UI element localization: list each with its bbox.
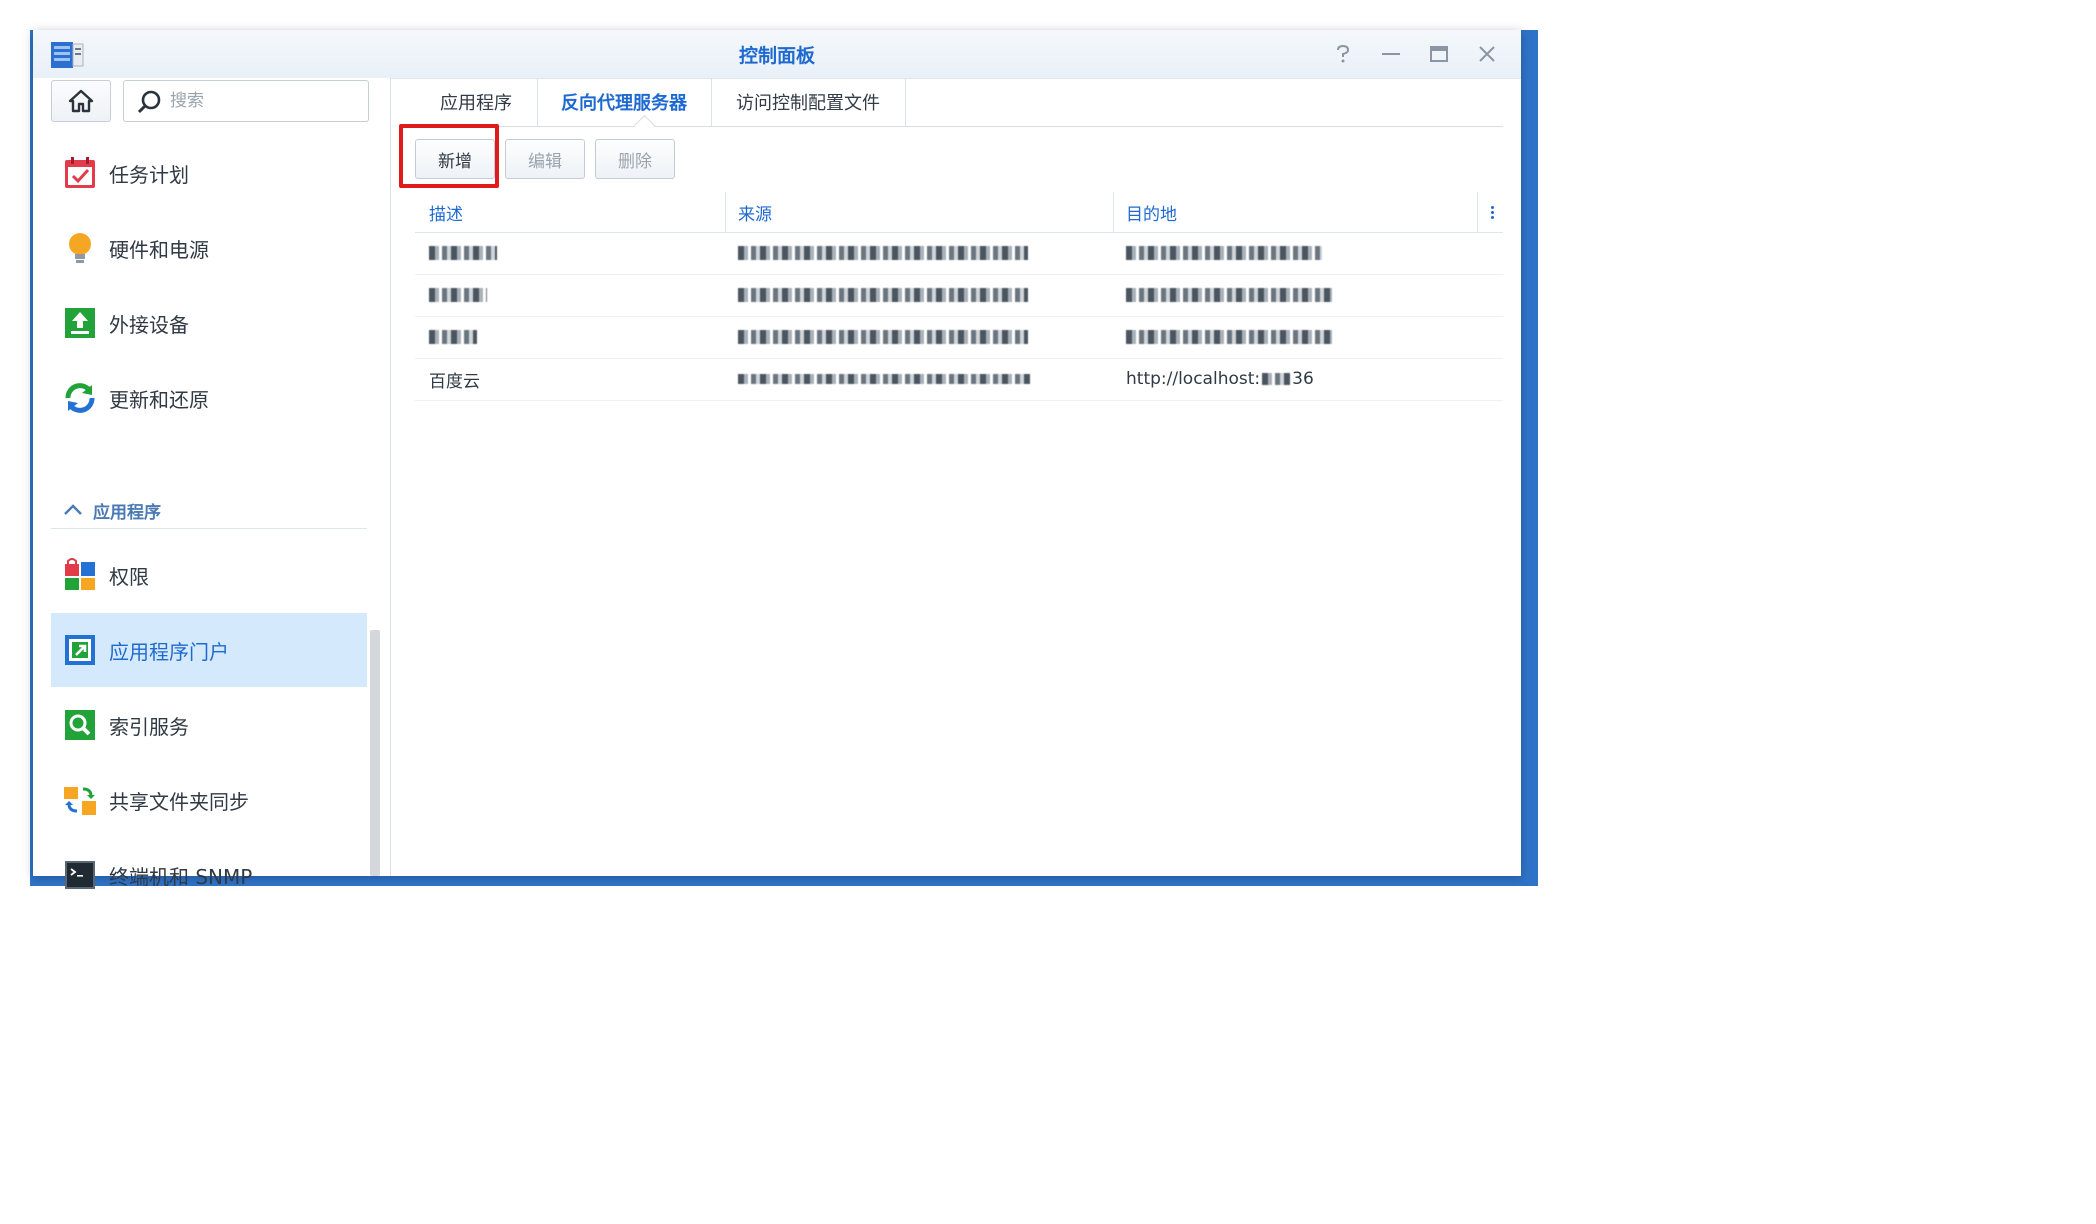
- column-header-description[interactable]: 描述: [429, 192, 463, 232]
- sidebar-scrollbar[interactable]: [370, 630, 380, 876]
- destination-url-prefix: http://localhost:: [1126, 369, 1261, 389]
- lightbulb-icon: [63, 231, 97, 265]
- redacted-text: [738, 246, 1028, 260]
- sidebar-item-update-restore[interactable]: 更新和还原: [51, 361, 367, 435]
- redacted-text: [1126, 246, 1322, 260]
- sidebar-item-external-devices[interactable]: 外接设备: [51, 286, 367, 360]
- redacted-text: [1126, 288, 1332, 302]
- create-button-highlight: [399, 124, 499, 188]
- cell-description: 百度云: [429, 371, 480, 392]
- sidebar-item-terminal-snmp[interactable]: 终端机和 SNMP: [51, 838, 367, 912]
- sidebar-item-application-portal[interactable]: 应用程序门户: [51, 613, 367, 687]
- search-icon: [137, 90, 161, 114]
- sidebar-item-shared-folder-sync[interactable]: 共享文件夹同步: [51, 763, 367, 837]
- home-button[interactable]: [51, 80, 111, 122]
- indexing-icon: [63, 708, 97, 742]
- sidebar-item-label: 权限: [109, 564, 149, 589]
- cell-destination: [1126, 274, 1332, 316]
- close-icon[interactable]: [1473, 40, 1501, 68]
- sidebar-item-privileges[interactable]: 权限: [51, 538, 367, 612]
- sidebar-item-label: 索引服务: [109, 714, 189, 739]
- main-panel: 应用程序 反向代理服务器 访问控制配置文件 新增 编辑 删除 描述 来源 目的地: [391, 78, 1521, 876]
- sidebar-item-label: 任务计划: [109, 162, 189, 187]
- redacted-text: [429, 330, 477, 344]
- cell-destination: [1126, 316, 1332, 358]
- table-row[interactable]: [415, 274, 1503, 317]
- table-row[interactable]: 百度云 http://localhost: 36: [415, 358, 1503, 401]
- terminal-icon: [63, 858, 97, 892]
- redacted-text: [738, 288, 1028, 302]
- sidebar-item-label: 共享文件夹同步: [109, 789, 249, 814]
- search-input[interactable]: [168, 89, 362, 113]
- sidebar-item-label: 外接设备: [109, 312, 189, 337]
- column-divider: [1113, 192, 1114, 232]
- sidebar-item-label: 应用程序门户: [109, 639, 229, 664]
- update-restore-icon: [63, 381, 97, 415]
- maximize-icon[interactable]: [1425, 40, 1453, 68]
- column-header-source[interactable]: 来源: [738, 192, 772, 232]
- destination-url-suffix: 36: [1292, 369, 1314, 389]
- delete-button[interactable]: 删除: [595, 139, 675, 179]
- cell-source: [738, 274, 1028, 316]
- grid-header: 描述 来源 目的地: [415, 192, 1503, 233]
- redacted-text: [1126, 330, 1332, 344]
- external-device-icon: [63, 306, 97, 340]
- cell-source: [738, 316, 1028, 358]
- tab-reverse-proxy[interactable]: 反向代理服务器: [537, 78, 712, 126]
- edit-button[interactable]: 编辑: [505, 139, 585, 179]
- cell-destination: [1126, 232, 1322, 274]
- home-icon: [68, 89, 94, 113]
- help-icon[interactable]: [1329, 40, 1357, 68]
- app-portal-icon: [63, 633, 97, 667]
- folder-sync-icon: [63, 783, 97, 817]
- redacted-text: [738, 330, 1028, 344]
- search-box[interactable]: [123, 80, 369, 122]
- title-bar: 控制面板: [33, 30, 1521, 79]
- column-divider: [1477, 192, 1478, 232]
- redacted-text: [1262, 373, 1291, 385]
- tab-bar: 应用程序 反向代理服务器 访问控制配置文件: [415, 78, 1503, 137]
- minimize-icon[interactable]: [1377, 40, 1405, 68]
- sidebar-item-task-scheduler[interactable]: 任务计划: [51, 136, 367, 210]
- chevron-up-icon: [64, 504, 82, 515]
- redacted-text: [429, 288, 487, 302]
- tab-access-control-profile[interactable]: 访问控制配置文件: [711, 78, 906, 126]
- control-panel-window: 控制面板 任务计: [33, 30, 1521, 889]
- window-title: 控制面板: [738, 45, 815, 67]
- tab-applications[interactable]: 应用程序: [415, 78, 538, 126]
- section-label: 应用程序: [93, 502, 161, 523]
- sidebar-item-indexing-service[interactable]: 索引服务: [51, 688, 367, 762]
- sidebar-item-label: 更新和还原: [109, 387, 209, 412]
- cell-source: [738, 232, 1028, 274]
- sidebar-item-label: 终端机和 SNMP: [109, 864, 253, 889]
- cell-description: [429, 316, 477, 358]
- table-row[interactable]: [415, 232, 1503, 275]
- redacted-text: [738, 374, 1030, 384]
- redacted-text: [429, 246, 497, 260]
- sidebar: 任务计划 硬件和电源 外接设备 更新和还原 应用程序: [33, 78, 391, 889]
- sidebar-item-label: 硬件和电源: [109, 237, 209, 262]
- cell-source: [738, 358, 1030, 400]
- cell-description: [429, 274, 487, 316]
- cell-destination: http://localhost: 36: [1126, 358, 1314, 400]
- column-menu-icon[interactable]: [1487, 202, 1497, 222]
- table-row[interactable]: [415, 316, 1503, 359]
- section-header-applications[interactable]: 应用程序: [51, 492, 367, 529]
- calendar-check-icon: [63, 156, 97, 190]
- privileges-icon: [63, 558, 97, 592]
- column-divider: [725, 192, 726, 232]
- column-header-destination[interactable]: 目的地: [1126, 192, 1177, 232]
- sidebar-item-hardware-power[interactable]: 硬件和电源: [51, 211, 367, 285]
- cell-description: [429, 232, 497, 274]
